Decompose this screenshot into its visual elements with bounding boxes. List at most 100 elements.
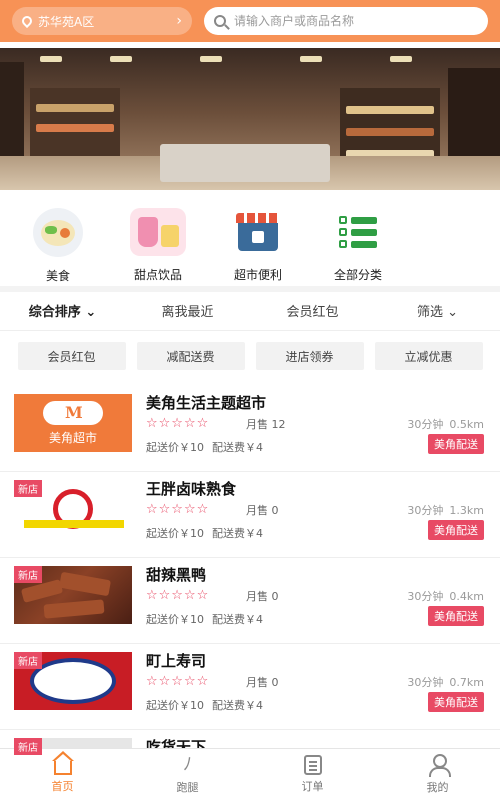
ceiling-light [110, 56, 132, 62]
time-distance: 30分钟 0.5km [407, 416, 484, 432]
shop-item[interactable]: 美角超市 美角生活主题超市 ☆☆☆☆☆ 月售 12 起送价￥10 配送费￥4 30… [0, 386, 500, 472]
sort-member-redpacket[interactable]: 会员红包 [250, 301, 375, 320]
delivery-time: 30分钟 [407, 590, 444, 603]
category-dessert[interactable]: 甜点饮品 [108, 198, 208, 284]
monthly-sales: 月售 0 [246, 590, 279, 603]
monthly-sales: 月售 0 [246, 504, 279, 517]
location-selector[interactable]: 苏华苑A区 › [12, 7, 192, 35]
nav-label: 我的 [426, 781, 449, 794]
min-order: 起送价￥10 [146, 527, 204, 540]
ceiling-light [40, 56, 62, 62]
list-dot [339, 216, 347, 224]
min-order: 起送价￥10 [146, 699, 204, 712]
delivery-time: 30分钟 [407, 504, 444, 517]
shop-name: 甜辣黑鸭 [146, 566, 207, 584]
min-order: 起送价￥10 [146, 441, 204, 454]
new-shop-tag: 新店 [14, 480, 42, 497]
delivery-fee: 配送费￥4 [212, 527, 263, 540]
delivery-badge: 美角配送 [428, 520, 484, 540]
promo-chips: 会员红包 减配送费 进店领券 立减优惠 [0, 342, 500, 372]
list-icon [330, 208, 386, 256]
list-dot [339, 228, 347, 236]
location-pin-icon [19, 13, 35, 29]
errand-runner-icon: ﾉ [183, 754, 192, 775]
chevron-down-icon: ⌄ [442, 304, 459, 320]
sort-comprehensive[interactable]: 综合排序 ⌄ [0, 301, 125, 320]
list-bar [351, 216, 377, 224]
shop-name: 王胖卤味熟食 [146, 480, 237, 498]
time-distance: 30分钟 0.7km [407, 674, 484, 690]
delivery-time: 30分钟 [407, 418, 444, 431]
distance: 0.4km [449, 590, 484, 603]
rating-stars: ☆☆☆☆☆ [146, 416, 210, 431]
nav-label: 跑腿 [176, 781, 199, 794]
shop-thumbnail: 新店 [14, 566, 132, 624]
delivery-badge: 美角配送 [428, 606, 484, 626]
search-input[interactable] [234, 14, 478, 28]
new-shop-tag: 新店 [14, 652, 42, 669]
promo-chip[interactable]: 进店领券 [255, 342, 364, 370]
location-text: 苏华苑A区 [38, 14, 95, 29]
display-counter [160, 144, 330, 182]
chevron-right-icon: › [176, 13, 182, 29]
bottom-nav: 首页 ﾉ 跑腿 订单 我的 [0, 748, 500, 800]
promo-chip[interactable]: 减配送费 [136, 342, 245, 370]
new-shop-tag: 新店 [14, 738, 42, 755]
nav-label: 订单 [301, 780, 324, 793]
ceiling-light [390, 56, 412, 62]
sort-label: 会员红包 [286, 304, 339, 320]
rating-stars: ☆☆☆☆☆ [146, 502, 210, 517]
shop-thumbnail: 美角超市 [14, 394, 132, 452]
shop-item[interactable]: 新店 王胖卤味熟食 ☆☆☆☆☆ 月售 0 起送价￥10 配送费￥4 30分钟 1.3… [0, 472, 500, 558]
profile-icon [427, 754, 451, 777]
shop-item[interactable]: 新店 町上寿司 ☆☆☆☆☆ 月售 0 起送价￥10 配送费￥4 30分钟 0.7km… [0, 644, 500, 730]
category-label: 全部分类 [333, 268, 382, 282]
search-box[interactable] [204, 7, 488, 35]
min-order: 起送价￥10 [146, 613, 204, 626]
sort-label: 离我最近 [161, 304, 214, 320]
goods [36, 124, 114, 132]
nav-profile[interactable]: 我的 [375, 749, 500, 800]
chevron-down-icon: ⌄ [80, 304, 97, 320]
divider [0, 286, 500, 292]
nav-home[interactable]: 首页 [0, 749, 125, 800]
duck-piece [43, 599, 105, 619]
category-grid: 美食 甜点饮品 超市便利 全部分类 [0, 198, 500, 284]
delivery-fee: 配送费￥4 [212, 441, 263, 454]
banner-image[interactable] [0, 48, 500, 190]
shop-thumbnail: 新店 [14, 652, 132, 710]
home-icon [51, 751, 74, 775]
sort-filter[interactable]: 筛选 ⌄ [375, 301, 500, 320]
rating-stars: ☆☆☆☆☆ [146, 588, 210, 603]
monthly-sales: 月售 12 [246, 418, 286, 431]
promo-chip[interactable]: 立减优惠 [374, 342, 483, 370]
awning-shape [236, 213, 280, 223]
promo-chip[interactable]: 会员红包 [17, 342, 126, 370]
shop-logo-strip [24, 520, 124, 528]
category-label: 美食 [45, 269, 70, 283]
delivery-fee: 配送费￥4 [212, 613, 263, 626]
sort-label: 筛选 [416, 304, 443, 320]
duck-piece [58, 571, 112, 597]
delivery-time: 30分钟 [407, 676, 444, 689]
sort-nearest[interactable]: 离我最近 [125, 301, 250, 320]
shop-name: 美角生活主题超市 [146, 394, 267, 412]
category-all[interactable]: 全部分类 [308, 198, 408, 284]
sort-label: 综合排序 [28, 304, 81, 320]
shop-logo-text: 美角超市 [48, 430, 97, 445]
ceiling-light [200, 56, 222, 62]
nav-orders[interactable]: 订单 [250, 749, 375, 800]
search-icon [214, 15, 226, 27]
rating-stars: ☆☆☆☆☆ [146, 674, 210, 689]
category-food[interactable]: 美食 [8, 198, 108, 284]
category-supermarket[interactable]: 超市便利 [208, 198, 308, 284]
delivery-fee: 配送费￥4 [212, 699, 263, 712]
list-dot [339, 240, 347, 248]
shop-logo [43, 400, 103, 425]
shop-item[interactable]: 新店 甜辣黑鸭 ☆☆☆☆☆ 月售 0 起送价￥10 配送费￥4 30分钟 0.4km… [0, 558, 500, 644]
nav-errand[interactable]: ﾉ 跑腿 [125, 749, 250, 800]
category-label: 甜点饮品 [133, 268, 182, 282]
shop-logo [30, 658, 116, 704]
cake-shape [160, 225, 179, 247]
goods [346, 128, 434, 136]
